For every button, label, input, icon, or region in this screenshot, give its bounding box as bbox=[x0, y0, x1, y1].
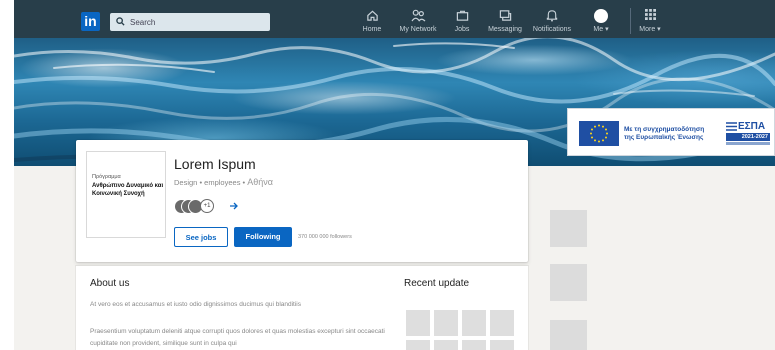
logo-program-label: Πρόγραμμα bbox=[92, 174, 121, 180]
search-icon bbox=[116, 17, 125, 26]
nav-item-notifications[interactable]: Notifications bbox=[530, 9, 574, 37]
nav-item-label: Jobs bbox=[454, 26, 470, 33]
eu-flag-icon bbox=[579, 121, 619, 146]
recent-update-thumbnail[interactable] bbox=[490, 340, 514, 350]
employee-avatars[interactable]: +1 bbox=[174, 199, 234, 214]
espa-logo: ΕΣΠΑ 2021-2027 bbox=[726, 121, 770, 145]
top-navigation-bar: in Home My Network Jobs Messaging Notifi bbox=[14, 0, 775, 38]
eu-funding-text: Με τη συγχρηματοδότηση της Ευρωπαϊκής Έν… bbox=[624, 126, 724, 142]
nav-item-label: Messaging bbox=[488, 26, 522, 33]
nav-item-label: My Network bbox=[399, 26, 437, 33]
network-icon bbox=[410, 9, 425, 22]
messaging-icon bbox=[499, 10, 511, 21]
nav-item-label: More ▾ bbox=[639, 26, 661, 33]
company-name: Lorem Ispum bbox=[174, 156, 256, 172]
eu-funding-badge: Με τη συγχρηματοδότηση της Ευρωπαϊκής Έν… bbox=[567, 108, 775, 156]
recent-update-thumbnail[interactable] bbox=[462, 340, 486, 350]
search-box[interactable] bbox=[110, 13, 270, 31]
about-text: Praesentium voluptatum deleniti atque co… bbox=[90, 328, 385, 347]
search-input[interactable] bbox=[130, 14, 264, 30]
company-header-card: Πρόγραμμα Ανθρώπινο Δυναμικό και Κοινωνι… bbox=[76, 140, 528, 262]
eu-text-line: Με τη συγχρηματοδότηση bbox=[624, 126, 705, 133]
recent-update-heading: Recent update bbox=[404, 278, 470, 289]
espa-subline bbox=[726, 142, 770, 145]
employees-more-count: +1 bbox=[200, 199, 214, 213]
followers-count: 370 000 000 followers bbox=[298, 234, 352, 240]
page-canvas: in Home My Network Jobs Messaging Notifi bbox=[14, 0, 775, 350]
recent-update-thumbnail[interactable] bbox=[490, 310, 514, 336]
recent-update-thumbnail[interactable] bbox=[406, 340, 430, 350]
arrow-right-icon[interactable] bbox=[230, 202, 239, 210]
recent-update-thumbnail[interactable] bbox=[434, 340, 458, 350]
bell-icon bbox=[546, 10, 558, 22]
see-jobs-button[interactable]: See jobs bbox=[174, 227, 228, 247]
nav-item-my-network[interactable]: My Network bbox=[396, 9, 440, 37]
company-city: Αθήνα bbox=[247, 177, 273, 187]
sidebar-placeholder bbox=[550, 264, 587, 301]
logo-program-name: Ανθρώπινο Δυναμικό και Κοινωνική Συνοχή bbox=[92, 183, 164, 197]
nav-divider bbox=[630, 8, 631, 34]
espa-mark-icon bbox=[726, 122, 737, 131]
eu-text-line: της Ευρωπαϊκής Ένωσης bbox=[624, 134, 704, 141]
nav-item-label: Me ▾ bbox=[593, 26, 609, 33]
company-logo: Πρόγραμμα Ανθρώπινο Δυναμικό και Κοινωνι… bbox=[86, 151, 166, 238]
nav-item-more[interactable]: More ▾ bbox=[638, 9, 662, 37]
company-employees-label: employees bbox=[204, 178, 241, 187]
nav-item-label: Home bbox=[362, 26, 382, 33]
recent-update-thumbnail[interactable] bbox=[406, 310, 430, 336]
nav-item-messaging[interactable]: Messaging bbox=[485, 9, 525, 37]
sidebar-placeholder bbox=[550, 210, 587, 247]
following-button[interactable]: Following bbox=[234, 227, 292, 247]
home-icon bbox=[366, 10, 378, 21]
briefcase-icon bbox=[456, 10, 468, 21]
recent-update-thumbnail[interactable] bbox=[462, 310, 486, 336]
about-card: About us At vero eos et accusamus et ius… bbox=[76, 266, 528, 350]
linkedin-logo[interactable]: in bbox=[81, 12, 100, 31]
nav-item-label: Notifications bbox=[532, 26, 572, 33]
nav-item-home[interactable]: Home bbox=[357, 9, 387, 37]
company-meta: Design • employees • Αθήνα bbox=[174, 177, 273, 187]
company-category: Design bbox=[174, 178, 198, 187]
espa-years: 2021-2027 bbox=[726, 133, 770, 141]
recent-update-thumbnail[interactable] bbox=[434, 310, 458, 336]
about-heading: About us bbox=[90, 278, 130, 289]
grid-icon bbox=[644, 9, 656, 20]
avatar bbox=[594, 9, 608, 23]
sidebar-placeholder bbox=[550, 320, 587, 350]
nav-item-jobs[interactable]: Jobs bbox=[450, 9, 474, 37]
about-text: At vero eos et accusamus et iusto odio d… bbox=[90, 301, 301, 308]
nav-item-me[interactable]: Me ▾ bbox=[589, 9, 613, 37]
